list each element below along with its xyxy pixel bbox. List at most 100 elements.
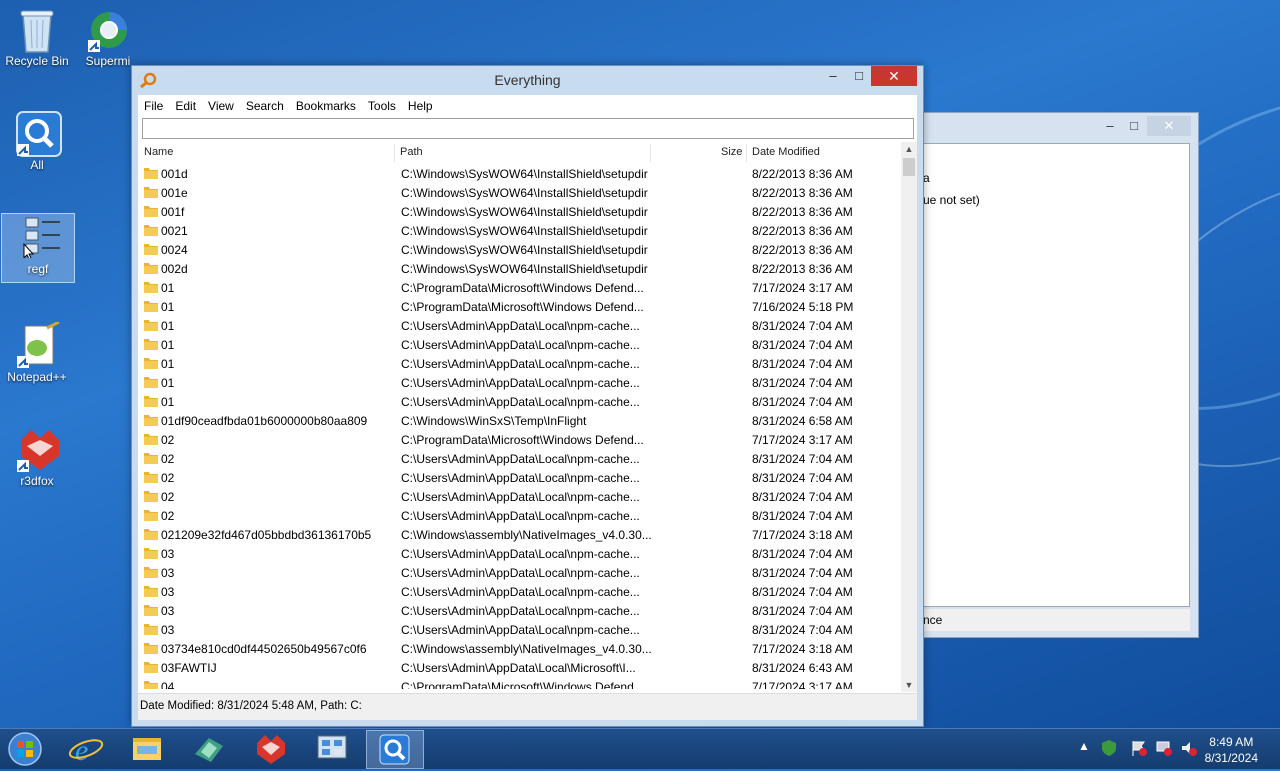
background-text-line: ue not set) bbox=[923, 193, 980, 207]
row-name: 02 bbox=[161, 433, 175, 447]
desktop-icon-supermium[interactable]: Supermi bbox=[76, 6, 140, 68]
table-row[interactable]: 02 C:\ProgramData\Microsoft\Windows Defen… bbox=[138, 430, 900, 449]
menu-help[interactable]: Help bbox=[402, 95, 439, 117]
table-row[interactable]: 02 C:\Users\Admin\AppData\Local\npm-cache… bbox=[138, 468, 900, 487]
table-row[interactable]: 0021 C:\Windows\SysWOW64\InstallShield\se… bbox=[138, 221, 900, 240]
background-window[interactable]: – □ ✕ a ue not set) nce bbox=[918, 112, 1199, 638]
scroll-down-arrow-icon[interactable]: ▼ bbox=[901, 678, 917, 692]
table-row[interactable]: 002d C:\Windows\SysWOW64\InstallShield\se… bbox=[138, 259, 900, 278]
table-row[interactable]: 03 C:\Users\Admin\AppData\Local\npm-cache… bbox=[138, 563, 900, 582]
column-header-row: Name Path Size Date Modified bbox=[138, 142, 900, 162]
taskbar-network-app[interactable] bbox=[304, 730, 360, 767]
vertical-scrollbar[interactable]: ▲ ▼ bbox=[901, 142, 917, 692]
desktop-icon-r3dfox[interactable]: r3dfox bbox=[1, 426, 73, 488]
row-name: 02 bbox=[161, 509, 175, 523]
row-date-modified: 8/22/2013 8:36 AM bbox=[752, 186, 853, 200]
table-row[interactable]: 021209e32fd467d05bbdbd36136170b5 C:\Windo… bbox=[138, 525, 900, 544]
table-row[interactable]: 04 C:\ProgramData\Microsoft\Windows Defen… bbox=[138, 677, 900, 689]
table-row[interactable]: 001e C:\Windows\SysWOW64\InstallShield\se… bbox=[138, 183, 900, 202]
svg-text:e: e bbox=[75, 734, 88, 767]
taskbar-everything[interactable] bbox=[366, 730, 424, 769]
table-row[interactable]: 02 C:\Users\Admin\AppData\Local\npm-cache… bbox=[138, 506, 900, 525]
table-row[interactable]: 01 C:\Users\Admin\AppData\Local\npm-cache… bbox=[138, 354, 900, 373]
folder-icon bbox=[144, 510, 158, 521]
menu-edit[interactable]: Edit bbox=[169, 95, 202, 117]
column-header-size[interactable]: Size bbox=[721, 146, 742, 158]
volume-muted-icon[interactable] bbox=[1180, 739, 1198, 760]
desktop-icon-regf[interactable]: regf bbox=[1, 213, 75, 283]
minimize-button[interactable]: – bbox=[822, 66, 844, 86]
row-path: C:\Windows\SysWOW64\InstallShield\setupd… bbox=[401, 262, 648, 276]
row-date-modified: 7/17/2024 3:17 AM bbox=[752, 680, 853, 689]
table-row[interactable]: 01 C:\ProgramData\Microsoft\Windows Defen… bbox=[138, 278, 900, 297]
everything-window[interactable]: Everything – □ ✕ File Edit View Search Bookm… bbox=[131, 65, 924, 727]
network-app-icon bbox=[317, 735, 347, 759]
table-row[interactable]: 02 C:\Users\Admin\AppData\Local\npm-cache… bbox=[138, 487, 900, 506]
table-row[interactable]: 01df90ceadfbda01b6000000b80aa809 C:\Windo… bbox=[138, 411, 900, 430]
menu-tools[interactable]: Tools bbox=[362, 95, 402, 117]
column-header-date[interactable]: Date Modified bbox=[752, 146, 820, 158]
table-row[interactable]: 03FAWTIJ C:\Users\Admin\AppData\Local\Mic… bbox=[138, 658, 900, 677]
menu-bookmarks[interactable]: Bookmarks bbox=[290, 95, 362, 117]
table-row[interactable]: 01 C:\Users\Admin\AppData\Local\npm-cache… bbox=[138, 392, 900, 411]
desktop-icon-notepadpp[interactable]: Notepad++ bbox=[1, 320, 73, 384]
column-divider[interactable] bbox=[746, 144, 747, 162]
action-center-flag-icon[interactable] bbox=[1130, 739, 1148, 760]
row-path: C:\Users\Admin\AppData\Local\npm-cache..… bbox=[401, 604, 640, 618]
row-name: 02 bbox=[161, 471, 175, 485]
table-row[interactable]: 001d C:\Windows\SysWOW64\InstallShield\se… bbox=[138, 164, 900, 183]
close-button[interactable]: ✕ bbox=[871, 66, 917, 86]
maximize-button[interactable]: □ bbox=[1121, 116, 1147, 136]
row-name: 01 bbox=[161, 376, 175, 390]
taskbar-r3dfox[interactable] bbox=[243, 730, 299, 767]
column-header-path[interactable]: Path bbox=[400, 146, 423, 158]
maximize-button[interactable]: □ bbox=[848, 66, 870, 86]
system-clock[interactable]: 8:49 AM 8/31/2024 bbox=[1205, 734, 1258, 766]
table-row[interactable]: 01 C:\Users\Admin\AppData\Local\npm-cache… bbox=[138, 373, 900, 392]
taskbar-internet-explorer[interactable]: e bbox=[58, 730, 114, 767]
search-input[interactable] bbox=[142, 118, 914, 139]
row-date-modified: 8/31/2024 7:04 AM bbox=[752, 509, 853, 523]
desktop-icon-all[interactable]: All bbox=[1, 110, 73, 172]
table-row[interactable]: 03 C:\Users\Admin\AppData\Local\npm-cache… bbox=[138, 582, 900, 601]
row-name: 001e bbox=[161, 186, 188, 200]
column-header-name[interactable]: Name bbox=[144, 146, 173, 158]
minimize-button[interactable]: – bbox=[1097, 116, 1123, 136]
table-row[interactable]: 03 C:\Users\Admin\AppData\Local\npm-cache… bbox=[138, 544, 900, 563]
table-row[interactable]: 03734e810cd0df44502650b49567c0f6 C:\Windo… bbox=[138, 639, 900, 658]
show-hidden-icons-chevron-icon[interactable]: ▲ bbox=[1078, 739, 1090, 753]
start-button[interactable] bbox=[0, 730, 50, 767]
table-row[interactable]: 03 C:\Users\Admin\AppData\Local\npm-cache… bbox=[138, 620, 900, 639]
table-row[interactable]: 01 C:\Users\Admin\AppData\Local\npm-cache… bbox=[138, 316, 900, 335]
row-path: C:\Users\Admin\AppData\Local\npm-cache..… bbox=[401, 357, 640, 371]
close-button[interactable]: ✕ bbox=[1147, 116, 1191, 136]
network-status-icon[interactable] bbox=[1155, 739, 1173, 760]
desktop-icon-label: Supermi bbox=[85, 54, 131, 68]
desktop-icon-label: Notepad++ bbox=[7, 370, 67, 384]
table-row[interactable]: 02 C:\Users\Admin\AppData\Local\npm-cache… bbox=[138, 449, 900, 468]
table-row[interactable]: 03 C:\Users\Admin\AppData\Local\npm-cache… bbox=[138, 601, 900, 620]
column-divider[interactable] bbox=[650, 144, 651, 162]
menu-search[interactable]: Search bbox=[240, 95, 290, 117]
column-divider[interactable] bbox=[394, 144, 395, 162]
scroll-up-arrow-icon[interactable]: ▲ bbox=[901, 142, 917, 156]
table-row[interactable]: 01 C:\Users\Admin\AppData\Local\npm-cache… bbox=[138, 335, 900, 354]
table-row[interactable]: 0024 C:\Windows\SysWOW64\InstallShield\se… bbox=[138, 240, 900, 259]
menu-file[interactable]: File bbox=[138, 95, 169, 117]
menu-view[interactable]: View bbox=[202, 95, 240, 117]
scroll-thumb[interactable] bbox=[903, 158, 915, 176]
title-bar[interactable]: Everything – □ ✕ bbox=[132, 66, 923, 95]
security-shield-icon[interactable] bbox=[1100, 739, 1118, 760]
row-name: 04 bbox=[161, 680, 175, 689]
desktop-icon-recycle-bin[interactable]: Recycle Bin bbox=[1, 6, 73, 68]
folder-icon bbox=[144, 586, 158, 597]
row-date-modified: 8/22/2013 8:36 AM bbox=[752, 167, 853, 181]
taskbar-file-explorer[interactable] bbox=[119, 730, 175, 767]
row-name: 01df90ceadfbda01b6000000b80aa809 bbox=[161, 414, 368, 428]
table-row[interactable]: 001f C:\Windows\SysWOW64\InstallShield\se… bbox=[138, 202, 900, 221]
row-path: C:\Windows\SysWOW64\InstallShield\setupd… bbox=[401, 186, 648, 200]
row-date-modified: 8/31/2024 7:04 AM bbox=[752, 490, 853, 504]
row-path: C:\Users\Admin\AppData\Local\npm-cache..… bbox=[401, 585, 640, 599]
table-row[interactable]: 01 C:\ProgramData\Microsoft\Windows Defen… bbox=[138, 297, 900, 316]
taskbar-regf-app[interactable] bbox=[181, 730, 237, 767]
